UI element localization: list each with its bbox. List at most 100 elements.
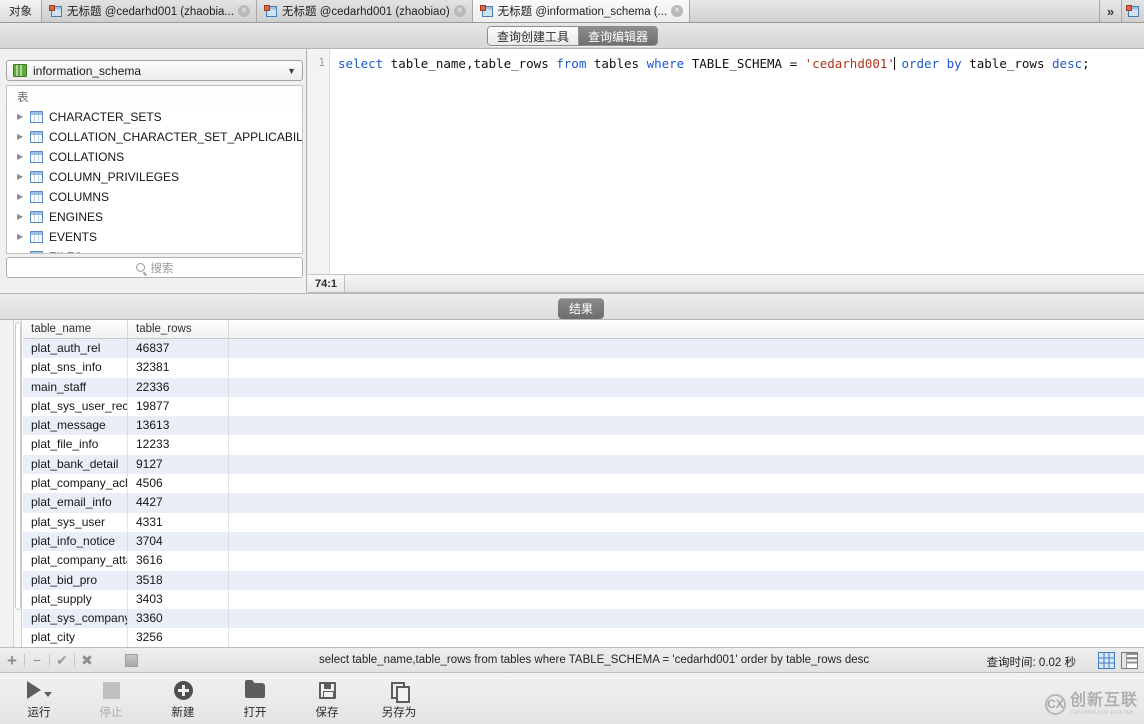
table-row[interactable]: plat_sns_info 32381 bbox=[23, 358, 1144, 378]
cell-table-rows[interactable]: 46837 bbox=[128, 339, 229, 359]
plus-icon[interactable]: + bbox=[0, 652, 24, 669]
table-row[interactable]: plat_message 13613 bbox=[23, 416, 1144, 436]
sql-editor[interactable]: 1 select table_name,table_rows from tabl… bbox=[308, 49, 1144, 274]
result-grid[interactable]: table_name table_rows plat_auth_rel 46837… bbox=[0, 320, 1144, 647]
cell-table-rows[interactable]: 3256 bbox=[128, 628, 229, 647]
tab-query-builder[interactable]: 查询创建工具 bbox=[488, 27, 579, 45]
minus-icon[interactable]: − bbox=[25, 653, 49, 667]
tab-results[interactable]: 结果 bbox=[558, 298, 605, 319]
tree-item-columns[interactable]: ▶ COLUMNS bbox=[7, 187, 302, 207]
cell-table-rows[interactable]: 4331 bbox=[128, 512, 229, 532]
grid-view-icon[interactable] bbox=[1098, 652, 1115, 669]
sql-code[interactable]: select table_name,table_rows from tables… bbox=[338, 56, 1140, 72]
cell-table-name[interactable]: main_staff bbox=[23, 377, 128, 397]
table-row[interactable]: plat_info_notice 3704 bbox=[23, 531, 1144, 552]
table-tree[interactable]: 表 ▶ CHARACTER_SETS ▶ COLLATION_CHARACTER… bbox=[6, 85, 303, 254]
chevron-right-icon[interactable]: ▶ bbox=[17, 173, 30, 181]
stop-button[interactable]: 停止 bbox=[90, 679, 132, 720]
chevron-right-icon[interactable]: ▶ bbox=[17, 133, 30, 141]
cell-table-name[interactable]: plat_message bbox=[23, 416, 128, 436]
table-row[interactable]: plat_sys_user 4331 bbox=[23, 512, 1144, 532]
table-row[interactable]: plat_supply 3403 bbox=[23, 589, 1144, 610]
new-button[interactable]: 新建 bbox=[162, 679, 204, 720]
grid-vertical-scrollbar[interactable] bbox=[14, 320, 22, 647]
table-row[interactable]: plat_auth_rel 46837 bbox=[23, 339, 1144, 359]
table-row[interactable]: plat_city 3256 bbox=[23, 628, 1144, 647]
table-row[interactable]: main_staff 22336 bbox=[23, 377, 1144, 397]
chevron-right-icon[interactable]: ▶ bbox=[17, 213, 30, 221]
cell-table-name[interactable]: plat_sys_company bbox=[23, 609, 128, 629]
form-view-icon[interactable] bbox=[1121, 652, 1138, 669]
cell-table-rows[interactable]: 3403 bbox=[128, 589, 229, 610]
cell-table-rows[interactable]: 3518 bbox=[128, 570, 229, 590]
chevron-right-icon[interactable]: ▶ bbox=[17, 253, 23, 254]
cell-table-rows[interactable]: 9127 bbox=[128, 454, 229, 475]
cell-table-rows[interactable]: 22336 bbox=[128, 377, 229, 397]
tab-item-0[interactable]: 无标题 @cedarhd001 (zhaobia... × bbox=[42, 0, 258, 22]
table-row[interactable]: plat_email_info 4427 bbox=[23, 493, 1144, 513]
cell-table-name[interactable]: plat_company_atta bbox=[23, 551, 128, 571]
save-as-button[interactable]: 另存为 bbox=[378, 679, 420, 720]
close-icon[interactable]: × bbox=[238, 5, 251, 17]
tree-item-files[interactable]: ▶ FILES bbox=[7, 247, 302, 254]
cell-table-rows[interactable]: 32381 bbox=[128, 358, 229, 378]
cell-table-rows[interactable]: 12233 bbox=[128, 435, 229, 455]
tree-item-events[interactable]: ▶ EVENTS bbox=[7, 227, 302, 247]
column-header-table-rows[interactable]: table_rows bbox=[128, 320, 229, 339]
cell-table-name[interactable]: plat_sys_user_recc bbox=[23, 396, 128, 417]
table-row[interactable]: plat_sys_company 3360 bbox=[23, 609, 1144, 629]
cell-table-name[interactable]: plat_sys_user bbox=[23, 512, 128, 532]
cell-table-rows[interactable]: 3360 bbox=[128, 609, 229, 629]
table-row[interactable]: plat_company_ach 4506 bbox=[23, 474, 1144, 494]
chevron-right-icon[interactable]: ▶ bbox=[17, 113, 30, 121]
cross-icon[interactable]: ✖ bbox=[75, 653, 99, 667]
tab-overflow-icon[interactable]: » bbox=[1100, 0, 1122, 22]
cell-table-rows[interactable]: 13613 bbox=[128, 416, 229, 436]
table-row[interactable]: plat_bid_pro 3518 bbox=[23, 570, 1144, 590]
close-icon[interactable]: × bbox=[453, 5, 466, 17]
cell-table-name[interactable]: plat_sns_info bbox=[23, 358, 128, 378]
chevron-right-icon[interactable]: ▶ bbox=[17, 153, 30, 161]
chevron-right-icon[interactable]: ▶ bbox=[17, 233, 30, 241]
chevron-right-icon[interactable]: ▶ bbox=[17, 193, 30, 201]
check-icon[interactable]: ✔ bbox=[50, 653, 74, 667]
cell-table-name[interactable]: plat_bid_pro bbox=[23, 570, 128, 590]
table-row[interactable]: plat_bank_detail 9127 bbox=[23, 454, 1144, 475]
cell-table-name[interactable]: plat_info_notice bbox=[23, 531, 128, 552]
search-input[interactable]: 搜索 bbox=[6, 257, 303, 278]
cell-table-rows[interactable]: 4506 bbox=[128, 474, 229, 494]
cell-table-rows[interactable]: 3704 bbox=[128, 531, 229, 552]
cell-table-name[interactable]: plat_company_ach bbox=[23, 474, 128, 494]
tree-item-character-sets[interactable]: ▶ CHARACTER_SETS bbox=[7, 107, 302, 127]
cell-table-name[interactable]: plat_bank_detail bbox=[23, 454, 128, 475]
cell-table-name[interactable]: plat_auth_rel bbox=[23, 339, 128, 359]
cell-table-name[interactable]: plat_city bbox=[23, 628, 128, 647]
objects-button[interactable]: 对象 bbox=[0, 0, 42, 22]
table-row[interactable]: plat_company_atta 3616 bbox=[23, 551, 1144, 571]
cell-table-name[interactable]: plat_supply bbox=[23, 589, 128, 610]
cell-table-rows[interactable]: 3616 bbox=[128, 551, 229, 571]
cell-table-rows[interactable]: 4427 bbox=[128, 493, 229, 513]
database-selector[interactable]: information_schema ▼ bbox=[6, 60, 303, 81]
tree-item-engines[interactable]: ▶ ENGINES bbox=[7, 207, 302, 227]
tab-item-1[interactable]: 无标题 @cedarhd001 (zhaobiao) × bbox=[257, 0, 473, 22]
table-row[interactable]: plat_file_info 12233 bbox=[23, 435, 1144, 455]
cell-table-rows[interactable]: 19877 bbox=[128, 396, 229, 417]
tab-query-editor[interactable]: 查询编辑器 bbox=[578, 27, 658, 45]
tab-item-2[interactable]: 无标题 @information_schema (... × bbox=[472, 0, 691, 22]
cell-table-name[interactable]: plat_email_info bbox=[23, 493, 128, 513]
stop-square-icon[interactable] bbox=[125, 653, 138, 667]
column-header-table-name[interactable]: table_name bbox=[23, 320, 128, 339]
close-icon[interactable]: × bbox=[671, 5, 684, 17]
tab-item-hidden[interactable] bbox=[1122, 0, 1144, 22]
run-button[interactable]: 运行 bbox=[18, 679, 60, 720]
table-row[interactable]: plat_sys_user_recc 19877 bbox=[23, 396, 1144, 417]
cell-table-name[interactable]: plat_file_info bbox=[23, 435, 128, 455]
tree-item-collation-character-set-applicability[interactable]: ▶ COLLATION_CHARACTER_SET_APPLICABILITY bbox=[7, 127, 302, 147]
scrollbar-thumb[interactable] bbox=[15, 322, 21, 610]
grid-body[interactable]: plat_auth_rel 46837 plat_sns_info 32381 main… bbox=[23, 339, 1144, 647]
tree-item-collations[interactable]: ▶ COLLATIONS bbox=[7, 147, 302, 167]
open-button[interactable]: 打开 bbox=[234, 679, 276, 720]
save-button[interactable]: 保存 bbox=[306, 679, 348, 720]
tree-item-column-privileges[interactable]: ▶ COLUMN_PRIVILEGES bbox=[7, 167, 302, 187]
